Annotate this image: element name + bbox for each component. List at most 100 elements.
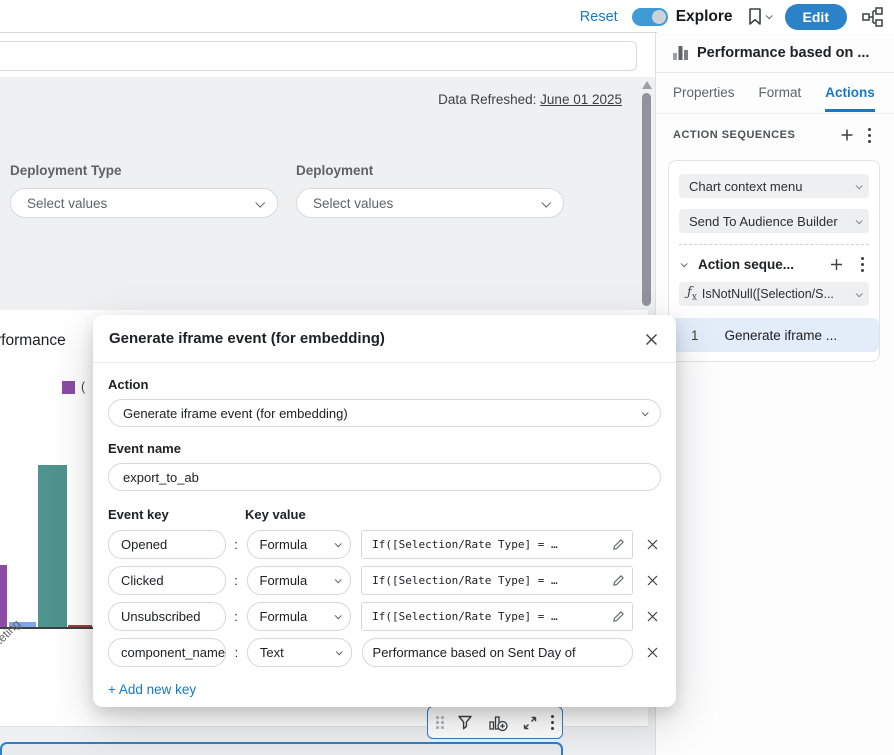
remove-row-icon[interactable] [643,644,661,662]
explore-toggle[interactable] [632,8,668,26]
action-label: Action [108,377,661,392]
remove-row-icon[interactable] [643,572,661,590]
bookmark-button[interactable] [747,7,771,26]
tab-format[interactable]: Format [759,75,802,112]
filter-deployment: Deployment Select values [296,163,564,218]
sequence-more-options-icon[interactable] [851,253,873,275]
tab-actions[interactable]: Actions [825,75,875,112]
sequence-step-selected[interactable]: 1 Generate iframe ... [671,318,879,352]
selected-bottom-element[interactable] [0,742,563,755]
formula-value-box[interactable]: If([Selection/Rate Type] = … [361,530,633,559]
bookmark-icon [747,7,763,26]
sequences-more-options-icon[interactable] [858,124,880,146]
dashed-divider [679,244,869,245]
chevron-down-icon [856,217,863,224]
bar-teal[interactable] [38,465,67,627]
canvas-title-input[interactable] [0,41,637,71]
action-target-select[interactable]: Send To Audience Builder [679,209,869,233]
formula-value-box[interactable]: If([Selection/Rate Type] = … [361,602,633,631]
explore-label: Explore [676,8,733,26]
chevron-down-icon [255,197,265,207]
condition-select[interactable]: ƒx IsNotNull([Selection/S... [679,282,869,306]
data-refreshed-date[interactable]: June 01 2025 [540,92,622,107]
colon-separator: : [230,573,243,588]
event-key-input[interactable]: Clicked [108,566,226,595]
colon-separator: : [230,537,243,552]
event-key-input[interactable]: component_name [108,638,226,667]
value-type-select[interactable]: Formula [247,530,352,559]
legend-label: ( [81,380,85,394]
add-chart-icon[interactable] [487,712,509,734]
text-value-input[interactable]: Performance based on Sent Day of [362,638,634,667]
edit-pencil-icon[interactable] [612,610,625,628]
trigger-value: Chart context menu [689,179,802,194]
right-sidebar: Performance based on ... Properties Form… [656,33,894,755]
tab-properties[interactable]: Properties [673,75,735,112]
data-refreshed: Data Refreshed: June 01 2025 [438,92,622,107]
action-select[interactable]: Generate iframe event (for embedding) [108,399,661,427]
event-key-input[interactable]: Opened [108,530,226,559]
key-value-row: Opened : Formula If([Selection/Rate Type… [108,530,661,559]
drag-handle-icon[interactable] [436,716,444,729]
key-value-header: Key value [245,507,306,522]
chevron-down-icon [335,648,342,655]
modal-header: Generate iframe event (for embedding) [93,315,676,363]
bar-purple[interactable] [0,565,7,627]
sequence-title: Action seque... [698,257,821,272]
edit-pencil-icon[interactable] [612,538,625,556]
event-name-value: export_to_ab [123,470,199,485]
event-key-input[interactable]: Unsubscribed [108,602,226,631]
formula-value-box[interactable]: If([Selection/Rate Type] = … [361,566,633,595]
trigger-select[interactable]: Chart context menu [679,174,869,198]
event-name-label: Event name [108,441,661,456]
formula-text: If([Selection/Rate Type] = … [372,574,557,587]
action-target-value: Send To Audience Builder [689,214,838,229]
formula-text: If([Selection/Rate Type] = … [372,610,557,623]
add-sequence-icon[interactable] [836,124,858,146]
colon-separator: : [230,609,243,624]
deployment-type-select[interactable]: Select values [10,188,278,218]
action-sequences-row: ACTION SEQUENCES [656,121,894,149]
value-type: Text [260,645,284,660]
sequence-header: Action seque... [681,253,873,275]
chevron-down-icon [856,182,863,189]
close-icon[interactable] [640,328,662,350]
key-value-row: Unsubscribed : Formula If([Selection/Rat… [108,602,661,631]
generate-iframe-event-modal: Generate iframe event (for embedding) Ac… [93,315,676,707]
sidebar-header: Performance based on ... [656,33,894,73]
remove-row-icon[interactable] [643,536,661,554]
toggle-knob [652,10,666,24]
value-type-select[interactable]: Formula [247,602,352,631]
chevron-down-icon [335,576,342,583]
filter-icon[interactable] [454,712,476,734]
step-label: Generate iframe ... [725,328,838,343]
add-new-key-link[interactable]: + Add new key [108,682,196,697]
value-type: Formula [260,573,308,588]
deployment-select[interactable]: Select values [296,188,564,218]
scrollbar-thumb[interactable] [642,93,651,306]
value-type: Formula [260,609,308,624]
key-value-row: Clicked : Formula If([Selection/Rate Typ… [108,566,661,595]
event-name-input[interactable]: export_to_ab [108,463,661,491]
event-key-value: Clicked [121,573,164,588]
collapse-chevron-icon[interactable] [681,260,688,267]
scroll-up-arrow-icon[interactable] [642,81,652,89]
edit-button[interactable]: Edit [785,4,847,30]
add-action-icon[interactable] [825,253,847,275]
edit-pencil-icon[interactable] [612,574,625,592]
event-key-value: component_name [121,645,225,660]
step-number: 1 [691,328,699,343]
reset-link[interactable]: Reset [580,9,618,25]
top-bar: Reset Explore Edit [0,0,894,33]
maximize-icon[interactable] [519,712,541,734]
app-window: Reset Explore Edit Data Refreshe [0,0,894,755]
chevron-down-icon [642,409,649,416]
text-value: Performance based on Sent Day of [373,645,576,660]
remove-row-icon[interactable] [643,608,661,626]
bar-chart-icon [673,45,689,60]
value-type-select[interactable]: Formula [247,566,352,595]
lineage-icon[interactable] [861,6,884,27]
more-options-icon[interactable] [551,715,554,730]
value-type-select[interactable]: Text [247,638,352,667]
legend-swatch [62,381,75,394]
